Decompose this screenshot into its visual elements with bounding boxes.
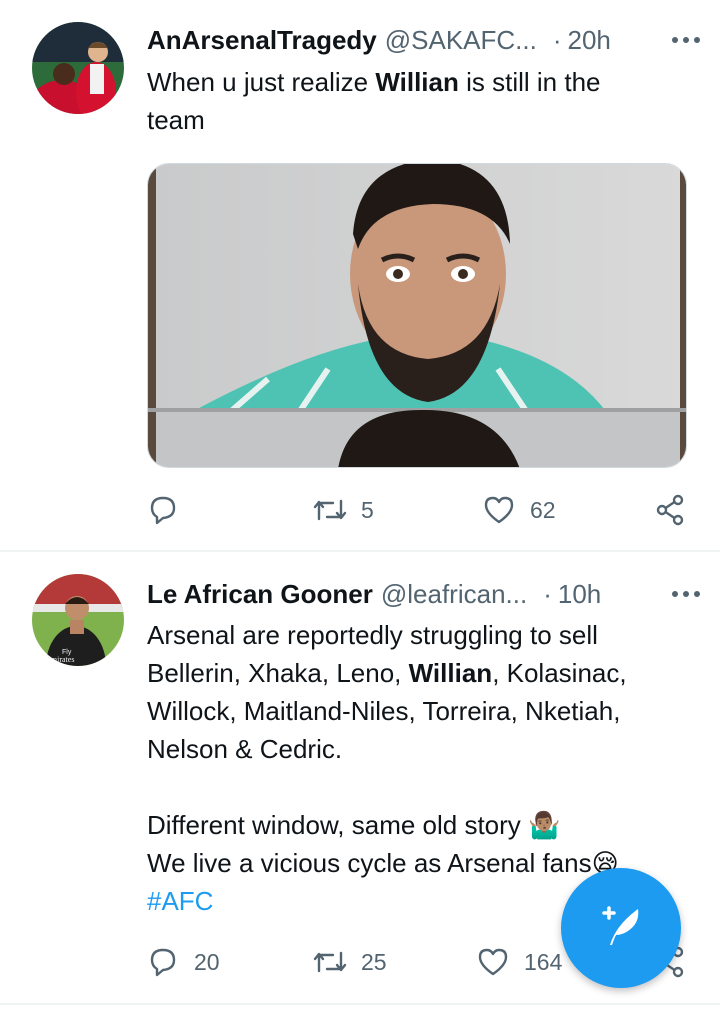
tweet-card[interactable]: AnArsenalTragedy @SAKAFC... · 20h When u… (0, 0, 720, 550)
retweet-icon (313, 493, 347, 527)
separator-dot: · (552, 24, 562, 55)
avatar[interactable] (32, 22, 124, 114)
retweet-count: 25 (361, 948, 387, 975)
timestamp[interactable]: 10h (558, 579, 601, 610)
retweet-button[interactable]: 25 (313, 942, 387, 982)
timestamp[interactable]: 20h (568, 25, 611, 56)
user-handle[interactable]: @leafrican... (381, 579, 527, 610)
like-button[interactable]: 164 (476, 942, 562, 982)
reply-button[interactable] (146, 490, 194, 530)
retweet-count: 5 (361, 496, 374, 523)
tweet-image[interactable] (147, 163, 687, 468)
tweet-divider (0, 1003, 720, 1005)
reply-icon (146, 945, 180, 979)
like-count: 62 (530, 496, 556, 523)
reply-icon (146, 493, 180, 527)
display-name[interactable]: AnArsenalTragedy (147, 25, 377, 56)
more-options-icon[interactable] (668, 22, 704, 58)
heart-icon (476, 945, 510, 979)
more-options-icon[interactable] (668, 576, 704, 612)
svg-text:Emirates: Emirates (46, 655, 74, 664)
share-icon (653, 493, 687, 527)
heart-icon (482, 493, 516, 527)
bold-word: Willian (375, 67, 459, 97)
separator-dot: · (543, 578, 552, 609)
shrug-emoji: 🤷🏽‍♂️ (528, 810, 561, 840)
tweet-header: Le African Gooner @leafrican... · 10h (147, 576, 704, 612)
retweet-button[interactable]: 5 (313, 490, 374, 530)
reply-count: 20 (194, 948, 220, 975)
bold-word: Willian (408, 658, 493, 688)
share-button[interactable] (653, 490, 687, 530)
display-name[interactable]: Le African Gooner (147, 579, 373, 610)
like-count: 164 (524, 948, 563, 975)
tweet-header: AnArsenalTragedy @SAKAFC... · 20h (147, 22, 704, 58)
avatar[interactable]: Fly Emirates (32, 574, 124, 666)
compose-tweet-button[interactable] (561, 868, 681, 988)
compose-tweet-icon (594, 899, 648, 958)
tweet-text: When u just realize Willian is still in … (147, 67, 601, 135)
user-handle[interactable]: @SAKAFC... (385, 25, 537, 56)
like-button[interactable]: 62 (482, 490, 556, 530)
retweet-icon (313, 945, 347, 979)
hashtag-link[interactable]: #AFC (147, 886, 213, 916)
reply-button[interactable]: 20 (146, 942, 220, 982)
